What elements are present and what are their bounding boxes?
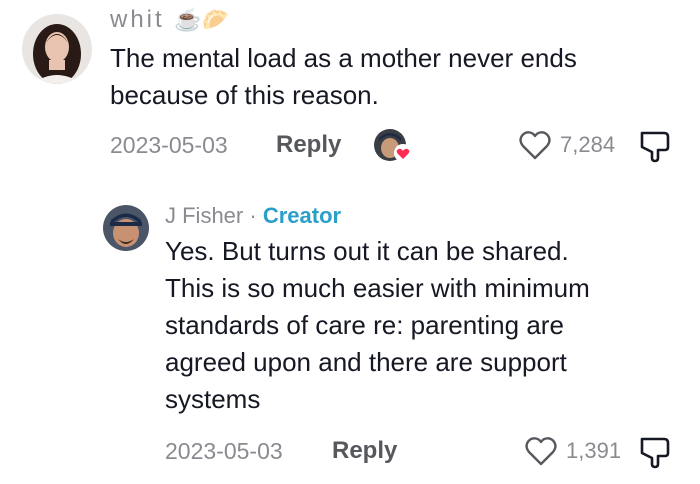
comment-text: The mental load as a mother never ends b… [110,40,680,114]
reply-text-line: standards of care re: parenting are [165,310,564,340]
reply-date: 2023-05-03 [165,438,283,464]
comment-username[interactable]: whit ☕🥟 [110,6,229,34]
avatar-image [22,14,92,84]
reply-username[interactable]: J Fisher · Creator [165,203,341,229]
reply-text: Yes. But turns out it can be shared. Thi… [165,233,685,418]
name-separator: · [249,203,257,228]
creator-liked-badge [373,128,413,164]
avatar-image [103,205,149,251]
reply-text-line: This is so much easier with minimum [165,273,590,303]
reply-text-line: agreed upon and there are support [165,347,567,377]
dislike-icon[interactable] [636,434,676,470]
comment-text-line: The mental load as a mother never ends [110,43,577,73]
comment-text-line: because of this reason. [110,80,379,110]
avatar-whit[interactable] [22,14,92,84]
reply-button[interactable]: Reply [332,437,397,465]
reply-text-line: systems [165,384,261,414]
username-emoji: ☕🥟 [174,7,230,32]
comment-date: 2023-05-03 [110,132,228,158]
like-heart-icon[interactable] [524,435,558,467]
dislike-icon[interactable] [636,128,676,164]
like-count: 7,284 [560,132,616,157]
reply-button[interactable]: Reply [276,131,341,159]
creator-badge: Creator [262,203,342,228]
like-heart-icon[interactable] [518,129,552,161]
avatar-j-fisher[interactable] [103,205,149,251]
like-count: 1,391 [566,438,622,463]
reply-text-line: Yes. But turns out it can be shared. [165,236,569,266]
